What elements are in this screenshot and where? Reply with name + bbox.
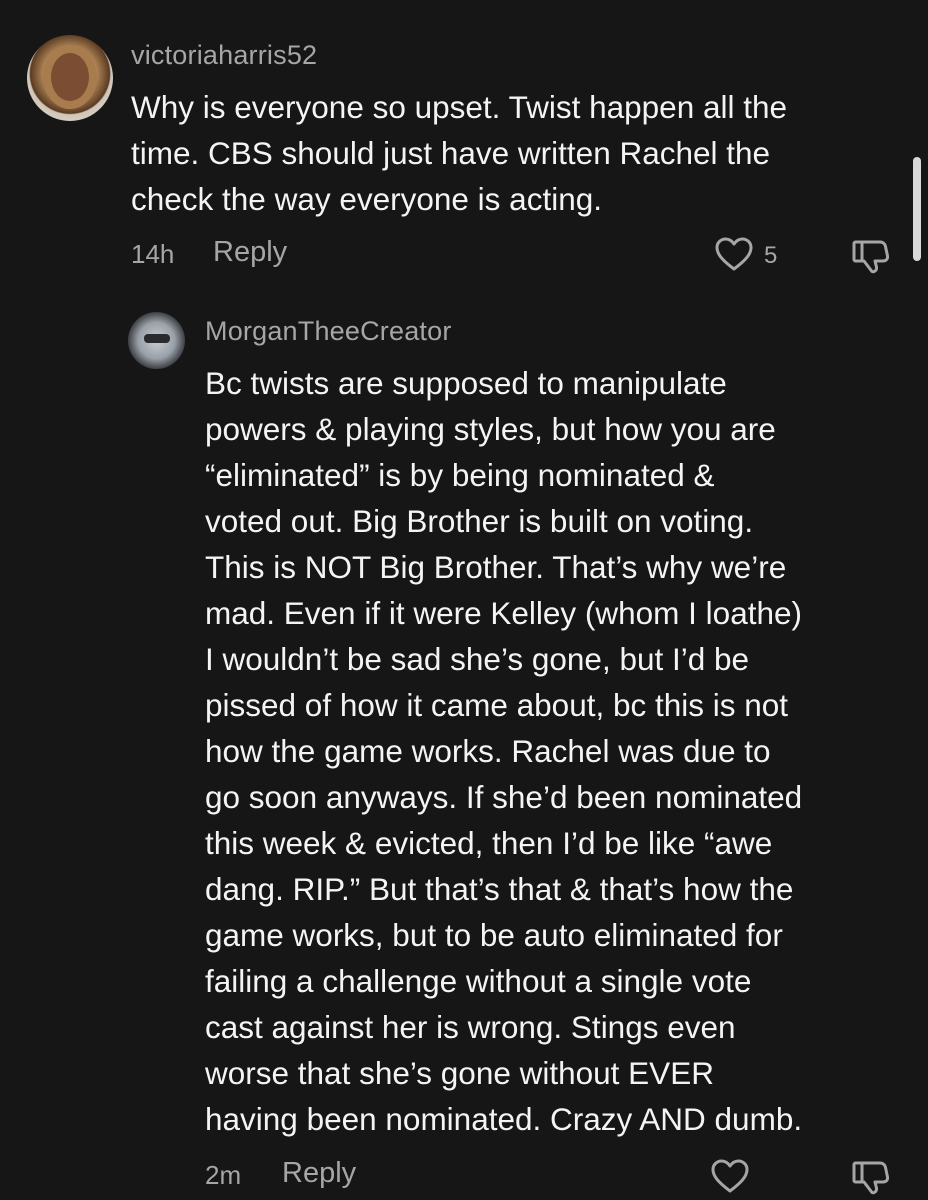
comment-line: This is NOT Big Brother. That’s why we’r…	[205, 549, 787, 585]
comment-line: Why is everyone so upset. Twist happen a…	[131, 89, 788, 125]
comment-timestamp: 14h	[131, 239, 175, 269]
comment-line: dang. RIP.” But that’s that & that’s how…	[205, 871, 794, 907]
comment-line: cast against her is wrong. Stings even	[205, 1009, 736, 1045]
comment-line: failing a challenge without a single vot…	[205, 963, 752, 999]
thumbs-down-outline-icon[interactable]	[850, 236, 892, 276]
comment-line: having been nominated. Crazy AND dumb.	[205, 1101, 803, 1137]
avatar[interactable]	[128, 312, 185, 369]
comment-line: game works, but to be auto eliminated fo…	[205, 917, 783, 953]
comment-line: this week & evicted, then I’d be like “a…	[205, 825, 773, 861]
comment-line: pissed of how it came about, bc this is …	[205, 687, 789, 723]
scrollbar[interactable]	[913, 157, 921, 261]
reply-comment: MorganTheeCreator Bc twists are supposed…	[0, 300, 928, 1200]
avatar[interactable]	[27, 35, 113, 121]
reply-button[interactable]: Reply	[282, 1157, 356, 1190]
comment-text: Why is everyone so upset. Twist happen a…	[131, 84, 787, 222]
comment-line: I wouldn’t be sad she’s gone, but I’d be	[205, 641, 750, 677]
comment: victoriaharris52 Why is everyone so upse…	[0, 0, 928, 300]
heart-outline-icon[interactable]	[714, 235, 754, 275]
comment-line: mad. Even if it were Kelley (whom I loat…	[205, 595, 802, 631]
comment-line: time. CBS should just have written Rache…	[131, 135, 771, 171]
comment-line: “eliminated” is by being nominated &	[205, 457, 715, 493]
comment-line: Bc twists are supposed to manipulate	[205, 365, 727, 401]
thumbs-down-outline-icon[interactable]	[850, 1157, 892, 1197]
heart-outline-icon[interactable]	[710, 1157, 750, 1197]
comment-timestamp: 2m	[205, 1160, 242, 1190]
reply-button[interactable]: Reply	[213, 236, 287, 269]
comment-username[interactable]: MorganTheeCreator	[205, 316, 452, 347]
like-count: 5	[764, 242, 778, 269]
comment-line: voted out. Big Brother is built on votin…	[205, 503, 754, 539]
comment-line: check the way everyone is acting.	[131, 181, 602, 217]
comment-line: how the game works. Rachel was due to	[205, 733, 771, 769]
comment-line: worse that she’s gone without EVER	[205, 1055, 714, 1091]
comment-line: powers & playing styles, but how you are	[205, 411, 776, 447]
comment-text: Bc twists are supposed to manipulate pow…	[205, 360, 802, 1142]
comment-line: go soon anyways. If she’d been nominated	[205, 779, 803, 815]
comment-username[interactable]: victoriaharris52	[131, 40, 317, 71]
